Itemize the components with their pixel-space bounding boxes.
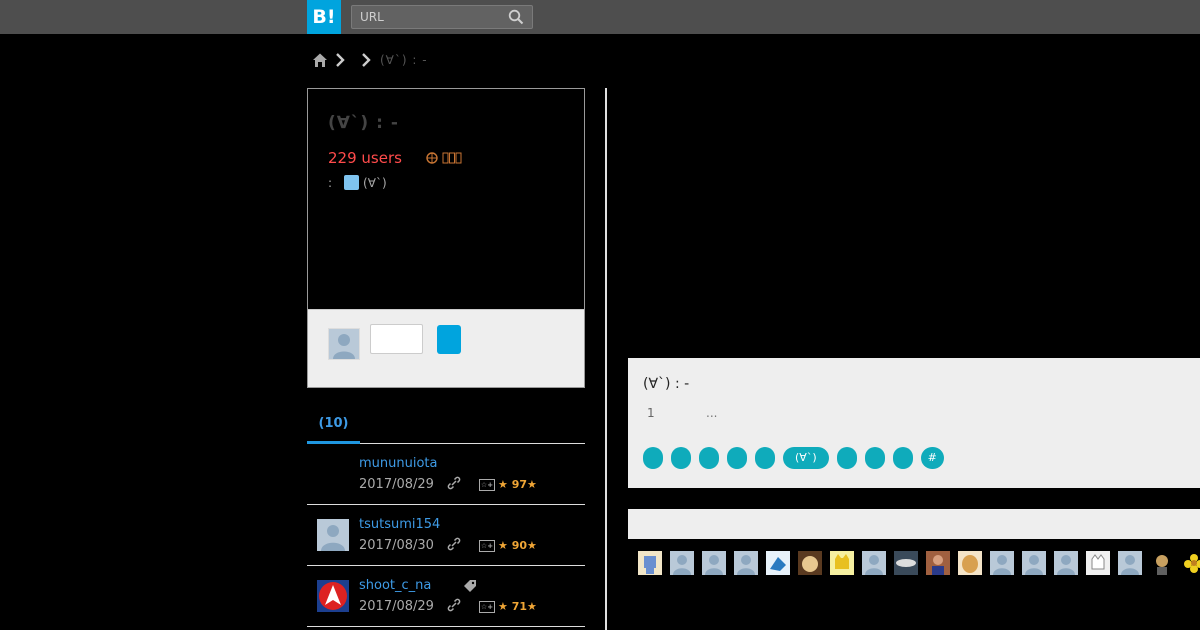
- chevron-right-icon: [362, 53, 371, 67]
- breadcrumb: (∀`) : -: [312, 50, 428, 70]
- bookmark-button[interactable]: [437, 325, 461, 354]
- bookmark-list: mununuiota 2017/08/29 ☆+ ★ 97 ★ tsutsumi1…: [307, 444, 585, 627]
- more-text[interactable]: ...: [706, 406, 717, 420]
- bookmark-user[interactable]: shoot_c_na: [359, 578, 431, 593]
- bookmark-tabs: (10): [307, 410, 585, 444]
- top-bar: B!: [0, 0, 1200, 34]
- users-meta-icons: [426, 152, 462, 167]
- default-user-icon: [333, 334, 355, 359]
- breadcrumb-current: (∀`) : -: [380, 53, 428, 67]
- star-count[interactable]: ☆+ ★ 71 ★: [479, 600, 537, 613]
- hatena-logo[interactable]: B!: [307, 0, 341, 34]
- tag-pill[interactable]: #: [920, 447, 944, 469]
- add-star-icon[interactable]: ☆+: [479, 539, 495, 552]
- home-icon[interactable]: [312, 52, 328, 68]
- avatar[interactable]: [926, 551, 950, 575]
- star-count[interactable]: ☆+ ★ 90 ★: [479, 539, 537, 552]
- avatar[interactable]: [1182, 551, 1200, 575]
- entry-title[interactable]: (∀`) : -: [328, 113, 399, 133]
- avatar[interactable]: [894, 551, 918, 575]
- entry-source: : (∀`): [328, 175, 387, 190]
- avatar[interactable]: [766, 551, 790, 575]
- bookmark-user[interactable]: mununuiota: [359, 456, 438, 471]
- star-number: 90: [511, 539, 528, 552]
- search-box[interactable]: [351, 5, 533, 29]
- tag-pill[interactable]: [755, 447, 775, 469]
- avatar[interactable]: [1086, 551, 1110, 575]
- tag-pill[interactable]: [892, 447, 913, 469]
- star-icon: ★: [527, 478, 537, 491]
- rank-number: 1: [647, 406, 655, 420]
- star-icon: ★: [498, 600, 508, 613]
- avatar[interactable]: [1054, 551, 1078, 575]
- chevron-right-icon: [336, 53, 345, 67]
- site-favicon-icon: [344, 175, 360, 190]
- related-entry-card: (∀`) : - 1 ... (∀`) #: [628, 358, 1200, 488]
- avatar[interactable]: [638, 551, 662, 575]
- box-icon: [442, 152, 461, 164]
- tag-pill[interactable]: (∀`): [783, 447, 829, 469]
- avatar[interactable]: [1022, 551, 1046, 575]
- link-icon[interactable]: [447, 537, 461, 555]
- section-bar: [628, 509, 1200, 539]
- tag-list: (∀`) #: [643, 447, 944, 469]
- tab-popular[interactable]: (10): [307, 410, 360, 444]
- avatar[interactable]: [1118, 551, 1142, 575]
- avatar[interactable]: [830, 551, 854, 575]
- star-number: 97: [511, 478, 528, 491]
- bookmark-date[interactable]: 2017/08/30: [359, 538, 434, 553]
- tag-icon: [463, 579, 477, 597]
- source-prefix: :: [328, 175, 333, 190]
- link-icon[interactable]: [447, 476, 461, 494]
- tag-pill[interactable]: [727, 447, 747, 469]
- tag-pill[interactable]: [643, 447, 663, 469]
- star-icon: ★: [527, 600, 537, 613]
- globe-icon: [426, 152, 438, 164]
- star-count[interactable]: ☆+ ★ 97 ★: [479, 478, 537, 491]
- default-user-icon: [321, 525, 345, 551]
- avatar[interactable]: [958, 551, 982, 575]
- star-icon: ★: [527, 539, 537, 552]
- column-divider: [605, 88, 607, 630]
- search-input[interactable]: [352, 6, 502, 28]
- search-icon[interactable]: [508, 9, 524, 25]
- avatar[interactable]: [734, 551, 758, 575]
- related-entry-title[interactable]: (∀`) : -: [643, 376, 689, 392]
- star-number: 71: [511, 600, 528, 613]
- avatar[interactable]: [670, 551, 694, 575]
- tag-pill[interactable]: [836, 447, 857, 469]
- users-count[interactable]: 229 users: [328, 149, 402, 167]
- bookmark-user[interactable]: tsutsumi154: [359, 517, 440, 532]
- list-item: shoot_c_na 2017/08/29 ☆+ ★ 71 ★: [307, 566, 585, 627]
- avatar[interactable]: [317, 519, 349, 551]
- add-star-icon[interactable]: ☆+: [479, 600, 495, 613]
- avatar: [328, 328, 360, 360]
- star-icon: ★: [498, 539, 508, 552]
- star-icon: ★: [498, 478, 508, 491]
- avatar[interactable]: [1150, 551, 1174, 575]
- user-avatar-row: [638, 551, 1200, 575]
- source-name[interactable]: (∀`): [363, 176, 387, 190]
- avatar[interactable]: [990, 551, 1014, 575]
- avatar[interactable]: [702, 551, 726, 575]
- entry-info-panel: (∀`) : - 229 users : (∀`): [307, 88, 585, 388]
- tag-pill[interactable]: [864, 447, 885, 469]
- add-star-icon[interactable]: ☆+: [479, 478, 495, 491]
- bookmark-date[interactable]: 2017/08/29: [359, 477, 434, 492]
- emblem-icon: [319, 582, 347, 610]
- tag-pill[interactable]: [671, 447, 691, 469]
- list-item: mununuiota 2017/08/29 ☆+ ★ 97 ★: [307, 444, 585, 505]
- list-item: tsutsumi154 2017/08/30 ☆+ ★ 90 ★: [307, 505, 585, 566]
- avatar[interactable]: [862, 551, 886, 575]
- link-icon[interactable]: [447, 598, 461, 616]
- bookmark-date[interactable]: 2017/08/29: [359, 599, 434, 614]
- comment-input[interactable]: [370, 324, 423, 354]
- tag-pill[interactable]: [699, 447, 719, 469]
- comment-area: [308, 309, 584, 387]
- avatar[interactable]: [798, 551, 822, 575]
- avatar[interactable]: [317, 580, 349, 612]
